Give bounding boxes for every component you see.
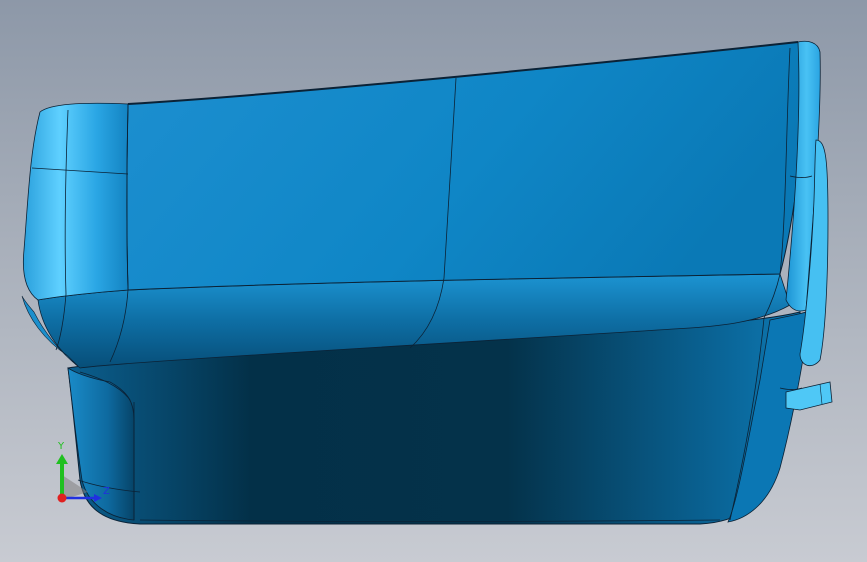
coordinate-triad: Y Z [44,440,124,510]
model-left-shoulder[interactable] [22,102,129,301]
triad-z-arrow [94,494,102,502]
triad-y-label: Y [58,441,65,452]
triad-axes [56,454,102,503]
model-top-face[interactable] [126,41,811,291]
triad-x-axis [57,493,67,503]
triad-y-arrow [56,454,68,464]
3d-model-render[interactable] [0,0,867,562]
triad-z-label: Z [103,486,110,497]
graphics-viewport[interactable]: Y Z [0,0,867,562]
